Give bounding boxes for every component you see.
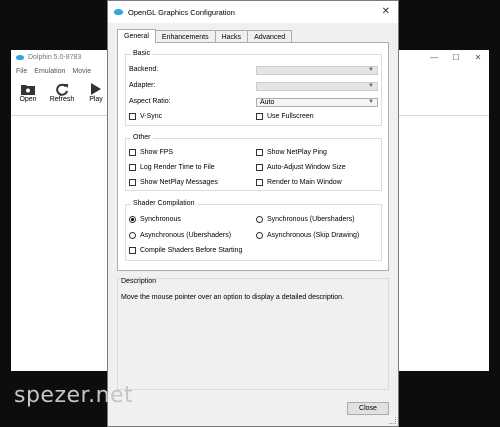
shader-compilation-title: Shader Compilation: [131, 200, 197, 207]
shader-async-ubershaders-radio-dot[interactable]: [129, 232, 136, 239]
chevron-down-icon: ▼: [368, 99, 374, 105]
shader-sync-ubershaders-label: Synchronous (Ubershaders): [267, 216, 355, 223]
vsync-checkbox[interactable]: V-Sync: [129, 113, 162, 120]
render-to-main-window-checkbox-box[interactable]: [256, 179, 263, 186]
render-to-main-window-label: Render to Main Window: [267, 179, 342, 186]
fullscreen-checkbox-box[interactable]: [256, 113, 263, 120]
menu-emulation[interactable]: Emulation: [34, 68, 65, 75]
aspect-ratio-label: Aspect Ratio:: [129, 98, 171, 105]
watermark-text: spezer.net: [14, 383, 134, 408]
dolphin-logo-icon: [16, 54, 24, 60]
description-text: Move the mouse pointer over an option to…: [121, 294, 344, 301]
tab-general[interactable]: General: [117, 29, 156, 43]
log-render-time-label: Log Render Time to File: [140, 164, 215, 171]
auto-adjust-window-checkbox-box[interactable]: [256, 164, 263, 171]
dialog-title: OpenGL Graphics Configuration: [128, 7, 235, 17]
fullscreen-checkbox[interactable]: Use Fullscreen: [256, 113, 314, 120]
render-to-main-window-checkbox[interactable]: Render to Main Window: [256, 179, 342, 186]
adapter-dropdown[interactable]: ▼: [256, 82, 378, 91]
adapter-label: Adapter:: [129, 82, 156, 89]
auto-adjust-window-label: Auto-Adjust Window Size: [267, 164, 346, 171]
maximize-button[interactable]: ☐: [445, 50, 467, 64]
graphics-config-dialog: OpenGL Graphics Configuration ✕ General …: [107, 0, 399, 427]
shader-sync-ubershaders-radio-dot[interactable]: [256, 216, 263, 223]
show-fps-checkbox-box[interactable]: [129, 149, 136, 156]
show-netplay-ping-checkbox-box[interactable]: [256, 149, 263, 156]
backend-dropdown[interactable]: ▼: [256, 66, 378, 75]
backend-label: Backend:: [129, 66, 159, 73]
play-button-label: Play: [89, 96, 103, 103]
shader-sync-ubershaders-radio[interactable]: Synchronous (Ubershaders): [256, 216, 355, 223]
play-icon: [91, 82, 101, 96]
refresh-button[interactable]: Refresh: [49, 82, 75, 103]
log-render-time-checkbox[interactable]: Log Render Time to File: [129, 164, 215, 171]
menu-file[interactable]: File: [16, 68, 27, 75]
show-fps-label: Show FPS: [140, 149, 174, 156]
shader-async-skip-drawing-radio[interactable]: Asynchronous (Skip Drawing): [256, 232, 359, 239]
compile-shaders-before-starting-checkbox[interactable]: Compile Shaders Before Starting: [129, 247, 242, 254]
show-netplay-messages-checkbox[interactable]: Show NetPlay Messages: [129, 179, 218, 186]
shader-synchronous-radio[interactable]: Synchronous: [129, 216, 181, 223]
dialog-close-icon[interactable]: ✕: [382, 6, 390, 17]
menu-movie[interactable]: Movie: [72, 68, 91, 75]
auto-adjust-window-checkbox[interactable]: Auto-Adjust Window Size: [256, 164, 346, 171]
open-button-label: Open: [19, 96, 37, 103]
description-group: Description Move the mouse pointer over …: [117, 278, 389, 390]
show-netplay-messages-label: Show NetPlay Messages: [140, 179, 218, 186]
compile-shaders-checkbox-box[interactable]: [129, 247, 136, 254]
minimize-button[interactable]: —: [423, 50, 445, 64]
refresh-icon: [55, 82, 69, 96]
basic-group: Basic Backend: ▼ Adapter: ▼ Aspect Ratio…: [125, 50, 382, 126]
show-fps-checkbox[interactable]: Show FPS: [129, 149, 173, 156]
vsync-checkbox-box[interactable]: [129, 113, 136, 120]
dolphin-logo-icon: [114, 9, 123, 15]
close-button[interactable]: Close: [347, 402, 389, 415]
main-toolbar: Open Refresh Play: [15, 82, 109, 103]
shader-async-ubershaders-radio[interactable]: Asynchronous (Ubershaders): [129, 232, 231, 239]
shader-async-ubershaders-label: Asynchronous (Ubershaders): [140, 232, 232, 239]
shader-async-skip-drawing-radio-dot[interactable]: [256, 232, 263, 239]
open-button[interactable]: Open: [15, 82, 41, 103]
show-netplay-ping-label: Show NetPlay Ping: [267, 149, 327, 156]
shader-async-skip-drawing-label: Asynchronous (Skip Drawing): [267, 232, 360, 239]
shader-synchronous-label: Synchronous: [140, 216, 181, 223]
shader-compilation-group: Shader Compilation Synchronous Synchrono…: [125, 200, 382, 261]
dialog-titlebar: OpenGL Graphics Configuration: [108, 1, 398, 23]
play-button[interactable]: Play: [83, 82, 109, 103]
vsync-label: V-Sync: [140, 113, 163, 120]
basic-group-title: Basic: [131, 50, 153, 57]
aspect-ratio-value: Auto: [260, 99, 275, 106]
log-render-time-checkbox-box[interactable]: [129, 164, 136, 171]
description-title: Description: [121, 278, 157, 285]
general-tab-panel: Basic Backend: ▼ Adapter: ▼ Aspect Ratio…: [117, 42, 389, 271]
folder-icon: [21, 82, 35, 96]
show-netplay-messages-checkbox-box[interactable]: [129, 179, 136, 186]
fullscreen-label: Use Fullscreen: [267, 113, 314, 120]
aspect-ratio-dropdown[interactable]: Auto ▼: [256, 98, 378, 107]
window-close-button[interactable]: ✕: [467, 50, 489, 64]
main-window-title: Dolphin 5.0-8783: [28, 53, 82, 61]
other-group: Other Show FPS Show NetPlay Ping Log Ren…: [125, 134, 382, 191]
chevron-down-icon: ▼: [368, 67, 374, 73]
chevron-down-icon: ▼: [368, 83, 374, 89]
shader-synchronous-radio-dot[interactable]: [129, 216, 136, 223]
other-group-title: Other: [131, 134, 153, 141]
main-menubar: File Emulation Movie: [16, 68, 91, 75]
main-window-caption-buttons: — ☐ ✕: [423, 50, 489, 64]
resize-grip[interactable]: [389, 417, 396, 424]
compile-shaders-label: Compile Shaders Before Starting: [140, 247, 243, 254]
show-netplay-ping-checkbox[interactable]: Show NetPlay Ping: [256, 149, 327, 156]
refresh-button-label: Refresh: [49, 96, 75, 103]
